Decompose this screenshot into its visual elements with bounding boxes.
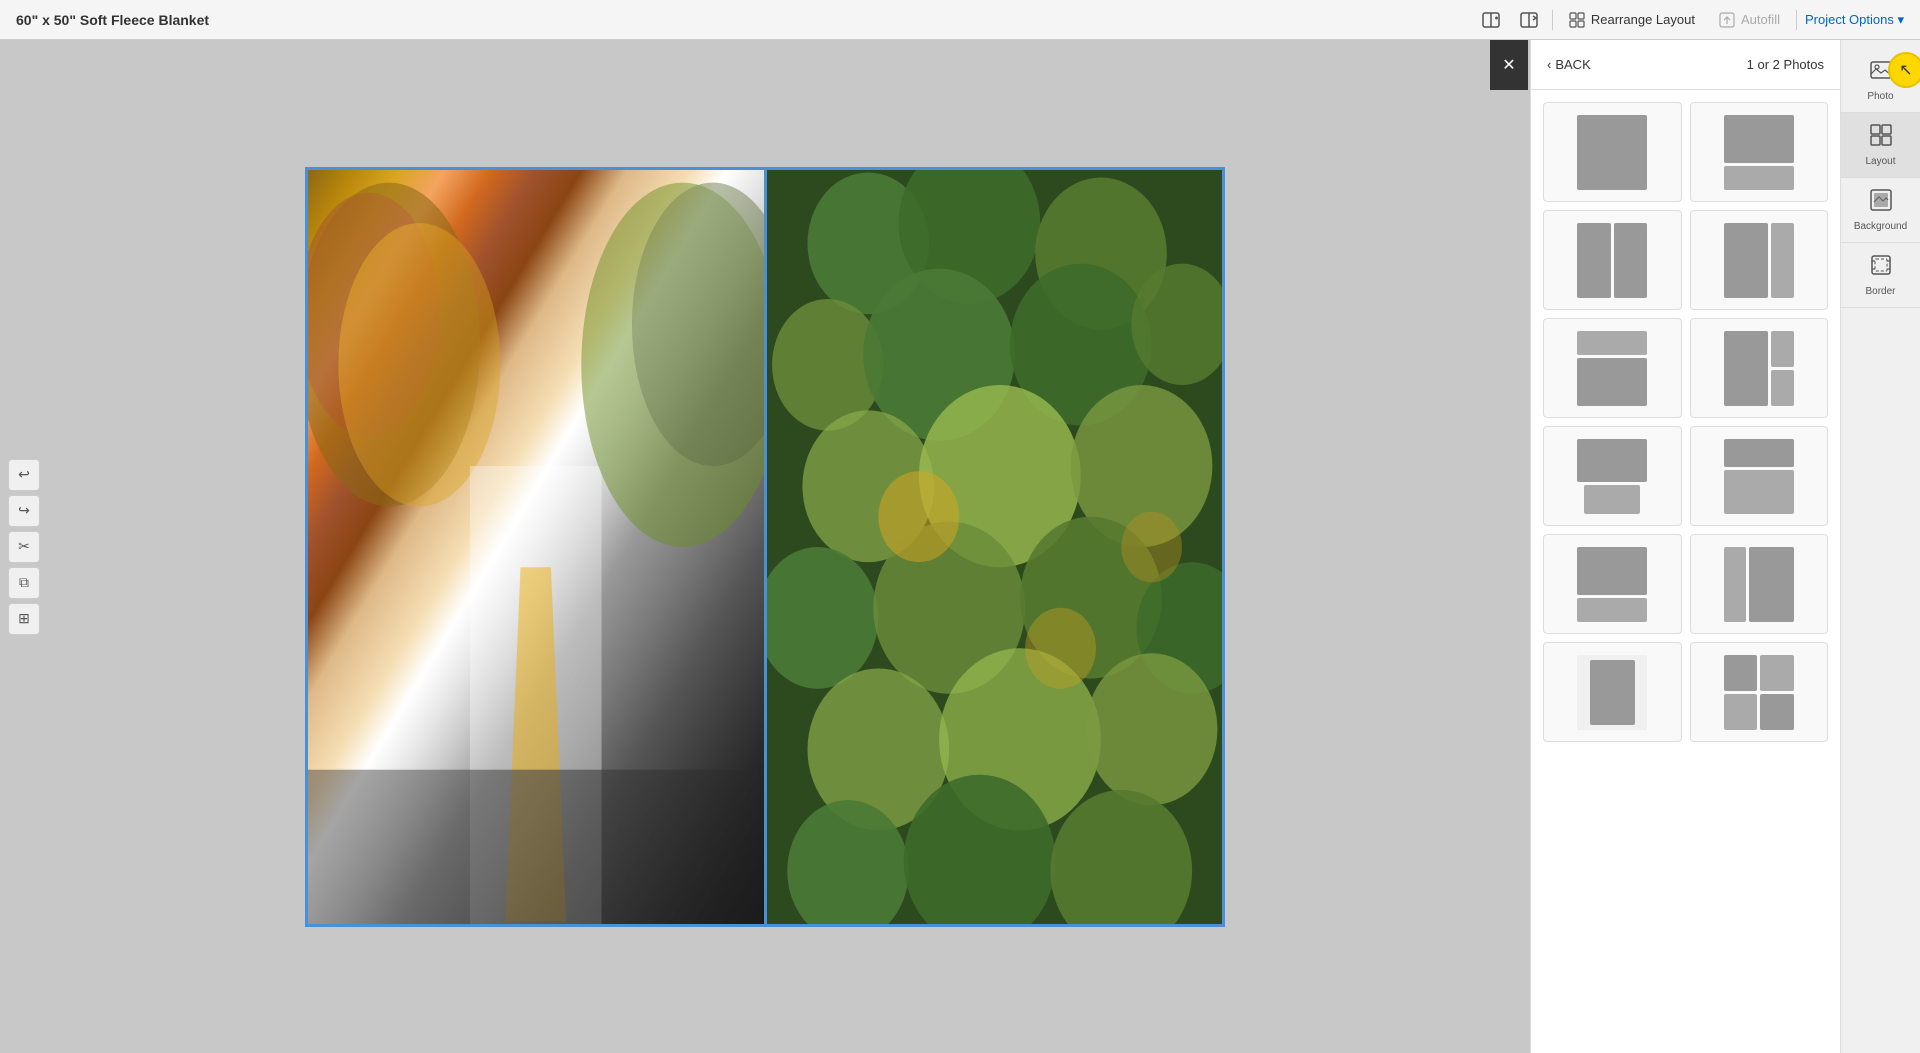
lt-col-1 — [1577, 223, 1611, 298]
layout-card-bottom-heavy[interactable] — [1543, 318, 1682, 418]
lt-row-2 — [1724, 470, 1794, 513]
canvas-photo-right[interactable] — [767, 170, 1223, 924]
lt-right-col — [1771, 331, 1793, 406]
lt-right-top — [1771, 331, 1793, 367]
lt-tcr-1 — [1724, 547, 1746, 622]
cut-btn[interactable]: ✂ — [8, 531, 40, 563]
left-tools: ↩ ↪ ✂ ⧉ ⊞ — [8, 459, 40, 635]
top-toolbar: 60" x 50" Soft Fleece Blanket — [0, 0, 1920, 40]
far-right-sidebar: Photo ↖ Layout — [1840, 40, 1920, 1053]
photo-label: Photo — [1867, 91, 1893, 102]
lt-right-bot — [1771, 370, 1793, 406]
lt-wt-bot — [1577, 598, 1647, 622]
project-title: 60" x 50" Soft Fleece Blanket — [16, 12, 209, 28]
layout-label: Layout — [1865, 156, 1895, 167]
back-chevron: ‹ — [1547, 57, 1551, 72]
lt-tall-center — [1577, 655, 1647, 730]
layout-row-4 — [1543, 426, 1828, 526]
layout-card-two-col-unequal[interactable] — [1690, 210, 1829, 310]
toolbar-separator — [1552, 10, 1553, 30]
lt-bottom-heavy — [1577, 331, 1647, 406]
lt-g4-4 — [1760, 694, 1794, 730]
lt-two-col-r — [1724, 547, 1794, 622]
lt-big-col — [1724, 223, 1769, 298]
lt-g4-2 — [1760, 655, 1794, 691]
layout-card-wide-top[interactable] — [1543, 534, 1682, 634]
border-label: Border — [1865, 286, 1895, 297]
lt-wide-top — [1577, 547, 1647, 622]
sidebar-tool-layout[interactable]: Layout — [1841, 113, 1920, 178]
canvas-photo-left[interactable] — [308, 170, 764, 924]
layout-card-two-col-right[interactable] — [1690, 534, 1829, 634]
layout-card-grid-4[interactable] — [1690, 642, 1829, 742]
layout-grid — [1531, 90, 1840, 1053]
lt-grid-4 — [1724, 655, 1794, 730]
lt-small — [1724, 166, 1794, 190]
main-area: ↩ ↪ ✂ ⧉ ⊞ — [0, 40, 1920, 1053]
undo-btn[interactable]: ↩ — [8, 459, 40, 491]
right-panel: ‹ BACK 1 or 2 Photos — [1530, 40, 1840, 1053]
layout-card-two-row-b[interactable] — [1690, 426, 1829, 526]
project-options-btn[interactable]: Project Options ▾ — [1805, 12, 1904, 28]
canvas-frame — [305, 167, 1225, 927]
lt-big — [1724, 115, 1794, 163]
back-label: BACK — [1555, 57, 1590, 72]
toolbar-separator-2 — [1796, 10, 1797, 30]
lt-stacked-right — [1724, 331, 1794, 406]
autofill-label: Autofill — [1741, 12, 1780, 27]
autofill-btn[interactable]: Autofill — [1711, 8, 1788, 32]
lt-two-row — [1724, 439, 1794, 514]
copy-btn[interactable]: ⧉ — [8, 567, 40, 599]
layout-icon — [1869, 123, 1893, 152]
lt-tc-bot — [1584, 485, 1640, 514]
layout-card-single[interactable] — [1543, 102, 1682, 202]
lt-tc-top — [1577, 439, 1647, 482]
close-panel-btn[interactable]: ✕ — [1490, 40, 1528, 90]
back-btn[interactable]: ‹ BACK — [1547, 57, 1591, 72]
add-photo-btn[interactable] — [1476, 5, 1506, 35]
layout-card-stacked-right[interactable] — [1690, 318, 1829, 418]
lt-left-col — [1724, 331, 1769, 406]
paste-btn[interactable]: ⊞ — [8, 603, 40, 635]
lt-small-col — [1771, 223, 1793, 298]
lt-top-heavy — [1724, 115, 1794, 190]
layout-row-2 — [1543, 210, 1828, 310]
lt-wt-top — [1577, 547, 1647, 595]
layout-row-6 — [1543, 642, 1828, 742]
cursor-arrow: ↖ — [1899, 60, 1912, 80]
lt-g4-1 — [1724, 655, 1758, 691]
rearrange-layout-btn[interactable]: Rearrange Layout — [1561, 8, 1703, 32]
layout-card-tall-center[interactable] — [1543, 642, 1682, 742]
layout-card-two-col-a[interactable] — [1543, 210, 1682, 310]
lt-top-center — [1577, 439, 1647, 514]
lt-small-t — [1577, 331, 1647, 355]
canvas-area: ↩ ↪ ✂ ⧉ ⊞ — [0, 40, 1530, 1053]
toolbar-icons: Rearrange Layout Autofill Project Option… — [1476, 5, 1904, 35]
layout-card-top-center[interactable] — [1543, 426, 1682, 526]
yellow-cursor[interactable]: ↖ — [1888, 52, 1920, 88]
sidebar-tool-background[interactable]: Background — [1841, 178, 1920, 243]
layout-row-3 — [1543, 318, 1828, 418]
lt-row-1 — [1724, 439, 1794, 468]
lt-tcr-2 — [1749, 547, 1794, 622]
layout-row-5 — [1543, 534, 1828, 634]
lt-single — [1577, 115, 1647, 190]
lt-two-col-unequal — [1724, 223, 1794, 298]
redo-btn[interactable]: ↪ — [8, 495, 40, 527]
layout-card-top-heavy[interactable] — [1690, 102, 1829, 202]
background-label: Background — [1854, 221, 1907, 232]
lt-col-2 — [1614, 223, 1648, 298]
layout-count: 1 or 2 Photos — [1747, 57, 1824, 72]
layout-row-1 — [1543, 102, 1828, 202]
border-icon — [1869, 253, 1893, 282]
replace-photo-btn[interactable] — [1514, 5, 1544, 35]
background-icon — [1869, 188, 1893, 217]
sidebar-tool-border[interactable]: Border — [1841, 243, 1920, 308]
lt-tc-inner — [1590, 660, 1635, 725]
layout-panel-header: ‹ BACK 1 or 2 Photos — [1531, 40, 1840, 90]
rearrange-label: Rearrange Layout — [1591, 12, 1695, 27]
lt-big-b — [1577, 358, 1647, 406]
lt-two-col — [1577, 223, 1647, 298]
lt-g4-3 — [1724, 694, 1758, 730]
